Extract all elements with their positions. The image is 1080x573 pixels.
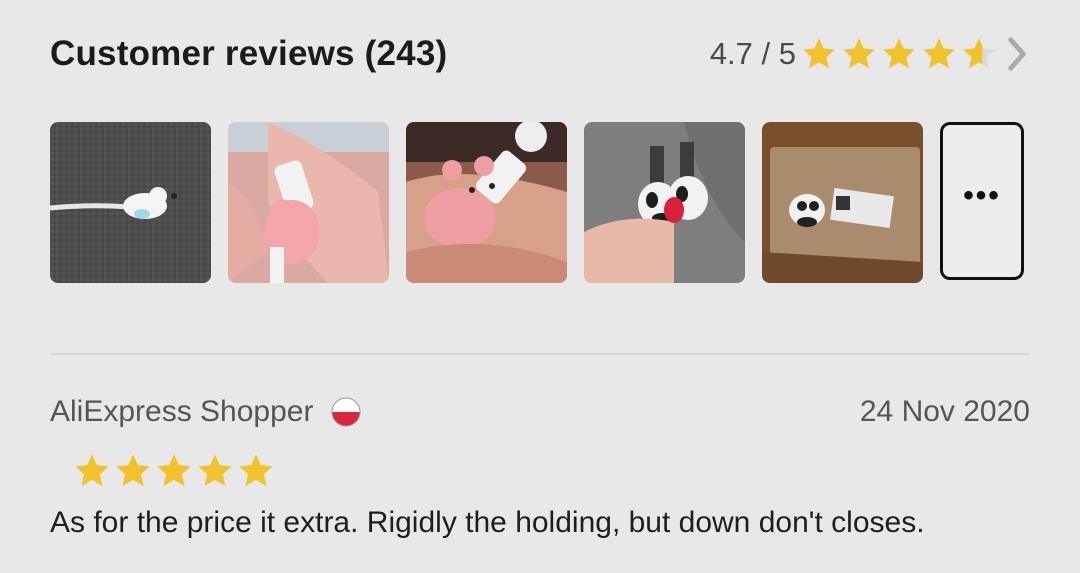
photo-pink-pig-cable-protector-closeup-icon [406, 122, 567, 283]
overall-rating-text: 4.7 / 5 [709, 36, 796, 71]
half-star-icon [963, 38, 995, 69]
photo-panda-cable-protectors-icon [584, 122, 745, 283]
chevron-right-icon [1008, 37, 1026, 71]
review-photos-strip: ••• [50, 122, 1030, 284]
star-icon [116, 454, 150, 486]
review-photo-thumbnail[interactable] [228, 122, 389, 283]
review-date: 24 Nov 2020 [859, 395, 1030, 428]
photo-package-with-panda-icon [762, 122, 923, 283]
star-icon [198, 454, 232, 486]
review-rating-stars [72, 450, 277, 492]
more-photos-button[interactable]: ••• [940, 122, 1024, 280]
review-meta: AliExpress Shopper 24 Nov 2020 [50, 388, 1030, 436]
review-photo-thumbnail[interactable] [762, 122, 923, 283]
reviews-header: Customer reviews (243) 4.7 / 5 [50, 28, 1030, 80]
star-icon [803, 38, 835, 69]
overall-rating-stars [800, 35, 1000, 73]
photo-cable-protector-white-icon [50, 122, 211, 283]
review-photo-thumbnail[interactable] [406, 122, 567, 283]
review-photo-thumbnail[interactable] [50, 122, 211, 283]
review-photo-thumbnail[interactable] [584, 122, 745, 283]
section-divider [50, 353, 1030, 355]
reviews-title: Customer reviews (243) [50, 34, 448, 73]
reviewer-info: AliExpress Shopper [50, 395, 361, 429]
star-icon [75, 454, 109, 486]
photo-pink-pig-cable-protector-in-hand-icon [228, 122, 389, 283]
poland-flag-icon [331, 397, 361, 427]
ellipsis-icon: ••• [963, 179, 1001, 212]
reviewer-name: AliExpress Shopper [50, 395, 314, 428]
star-icon [157, 454, 191, 486]
review-text: As for the price it extra. Rigidly the h… [50, 506, 925, 539]
star-icon [843, 38, 875, 69]
star-icon [239, 454, 273, 486]
star-icon [883, 38, 915, 69]
overall-rating-link[interactable]: 4.7 / 5 [710, 28, 1030, 80]
star-icon [923, 38, 955, 69]
